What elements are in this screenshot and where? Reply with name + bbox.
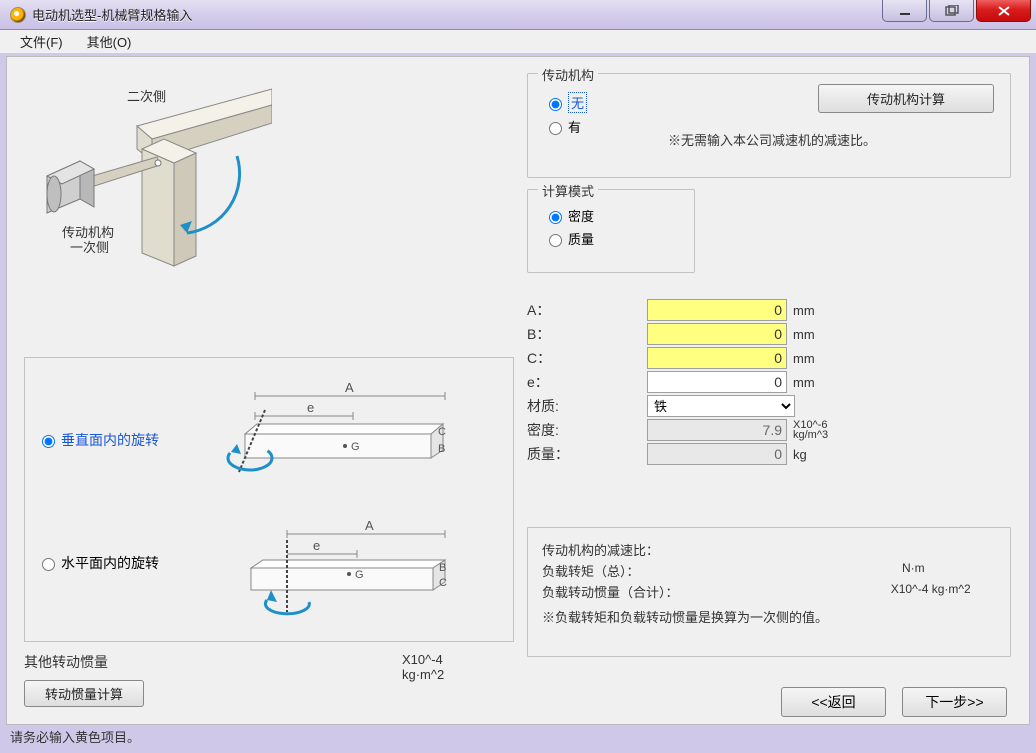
client-area: 二次側 传动机构 一次侧 垂直面内的旋转 [6, 56, 1030, 725]
radio-transmission-has[interactable]: 有 [544, 117, 587, 136]
calcmode-fieldset: 计算模式 密度 质量 [527, 189, 695, 273]
field-density-label: 密度: [527, 420, 647, 440]
svg-text:B: B [439, 562, 446, 574]
field-b: B： mm [527, 323, 927, 345]
nav-buttons: <<返回 下一步>> [781, 687, 1007, 717]
input-mass [647, 443, 787, 465]
calc-inertia-button[interactable]: 转动惯量计算 [24, 680, 144, 707]
calc-transmission-button[interactable]: 传动机构计算 [818, 84, 994, 113]
radio-mode-mass-input[interactable] [549, 234, 562, 247]
back-button[interactable]: <<返回 [781, 687, 886, 717]
window-minimize-button[interactable] [882, 0, 927, 22]
output-torque-unit: N·m [902, 561, 925, 575]
window-title: 电动机选型-机械臂规格输入 [32, 5, 192, 24]
field-density: 密度: X10^-6 kg/m^3 [527, 419, 927, 441]
radio-transmission-none[interactable]: 无 [544, 92, 587, 113]
radio-transmission-none-input[interactable] [549, 98, 562, 111]
input-c[interactable] [647, 347, 787, 369]
calcmode-legend: 计算模式 [538, 181, 598, 200]
menu-other[interactable]: 其他(O) [75, 29, 144, 54]
field-a-unit: mm [793, 303, 815, 318]
field-b-label: B： [527, 324, 647, 344]
bar-diagram-vertical: A e C B G [205, 380, 460, 490]
diagram-label-primary1: 传动机构 [62, 225, 114, 240]
field-mass: 质量： kg [527, 443, 927, 465]
field-e-label: e： [527, 372, 647, 392]
radio-horizontal-label: 水平面内的旋转 [61, 553, 159, 573]
field-c-label: C： [527, 348, 647, 368]
field-b-unit: mm [793, 327, 815, 342]
transmission-note: ※无需输入本公司减速机的减速比。 [668, 130, 876, 149]
next-button[interactable]: 下一步>> [902, 687, 1007, 717]
output-inertia-label: 负载转动惯量（合计）： [542, 582, 752, 601]
output-torque-label: 负载转矩（总）： [542, 561, 762, 580]
radio-mode-density-input[interactable] [549, 211, 562, 224]
app-icon [10, 7, 26, 23]
window-close-button[interactable] [976, 0, 1031, 22]
titlebar: 电动机选型-机械臂规格输入 [0, 0, 1036, 30]
field-material-label: 材质: [527, 396, 647, 416]
radio-transmission-has-input[interactable] [549, 122, 562, 135]
output-note: ※负载转矩和负载转动惯量是换算为一次侧的值。 [542, 607, 828, 626]
radio-transmission-none-label: 无 [568, 92, 587, 113]
other-inertia-block: 其他转动惯量 X10^-4 kg·m^2 转动惯量计算 [24, 652, 144, 707]
diagram-label-primary2: 一次侧 [70, 240, 109, 255]
field-e: e： mm [527, 371, 927, 393]
field-mass-unit: kg [793, 447, 807, 462]
dimension-inputs: A： mm B： mm C： mm e： mm 材质: 铁 密度: [527, 297, 927, 467]
status-bar: 请务必输入黄色项目。 [6, 727, 1030, 747]
svg-text:e: e [313, 538, 320, 553]
svg-text:G: G [351, 441, 360, 453]
output-ratio-label: 传动机构的减速比： [542, 540, 762, 559]
transmission-legend: 传动机构 [538, 65, 598, 84]
field-mass-label: 质量： [527, 444, 647, 464]
radio-horizontal-input[interactable] [42, 558, 55, 571]
field-c: C： mm [527, 347, 927, 369]
input-density [647, 419, 787, 441]
field-a: A： mm [527, 299, 927, 321]
svg-text:C: C [438, 426, 446, 438]
input-b[interactable] [647, 323, 787, 345]
field-density-unit: X10^-6 kg/m^3 [793, 420, 853, 440]
svg-text:e: e [307, 400, 314, 415]
radio-vertical-input[interactable] [42, 435, 55, 448]
bar-diagram-horizontal: A e B C G [205, 518, 460, 628]
svg-text:G: G [355, 569, 364, 581]
radio-mode-mass[interactable]: 质量 [544, 229, 594, 248]
select-material[interactable]: 铁 [647, 395, 795, 417]
other-inertia-unit: X10^-4 kg·m^2 [402, 652, 444, 682]
radio-vertical-rotation[interactable]: 垂直面内的旋转 [37, 430, 159, 450]
menubar: 文件(F) 其他(O) [0, 30, 1036, 54]
diagram-label-secondary: 二次側 [127, 89, 166, 104]
field-e-unit: mm [793, 375, 815, 390]
field-material: 材质: 铁 [527, 395, 927, 417]
menu-file[interactable]: 文件(F) [8, 29, 75, 54]
radio-mode-density[interactable]: 密度 [544, 206, 594, 225]
field-c-unit: mm [793, 351, 815, 366]
radio-mode-mass-label: 质量 [568, 229, 594, 248]
input-e[interactable] [647, 371, 787, 393]
transmission-fieldset: 传动机构 无 有 传动机构计算 ※无需输入本公司减速机的减速比。 [527, 73, 1011, 178]
window-maximize-button[interactable] [929, 0, 974, 22]
field-a-label: A： [527, 300, 647, 320]
input-a[interactable] [647, 299, 787, 321]
radio-mode-density-label: 密度 [568, 206, 594, 225]
other-inertia-label: 其他转动惯量 [24, 654, 108, 670]
radio-transmission-has-label: 有 [568, 117, 581, 136]
output-inertia-unit: X10^-4 kg·m^2 [891, 582, 996, 596]
output-box: 传动机构的减速比： 负载转矩（总）： N·m 负载转动惯量（合计）： X10^-… [527, 527, 1011, 657]
rotation-fieldset: 垂直面内的旋转 水平面内的旋转 A e C B G A [24, 357, 514, 642]
radio-vertical-label: 垂直面内的旋转 [61, 430, 159, 450]
svg-text:A: A [345, 380, 354, 395]
arm-diagram: 二次側 传动机构 一次侧 [22, 71, 272, 281]
svg-text:A: A [365, 518, 374, 533]
svg-text:C: C [439, 577, 447, 589]
svg-text:B: B [438, 443, 445, 455]
radio-horizontal-rotation[interactable]: 水平面内的旋转 [37, 553, 159, 573]
